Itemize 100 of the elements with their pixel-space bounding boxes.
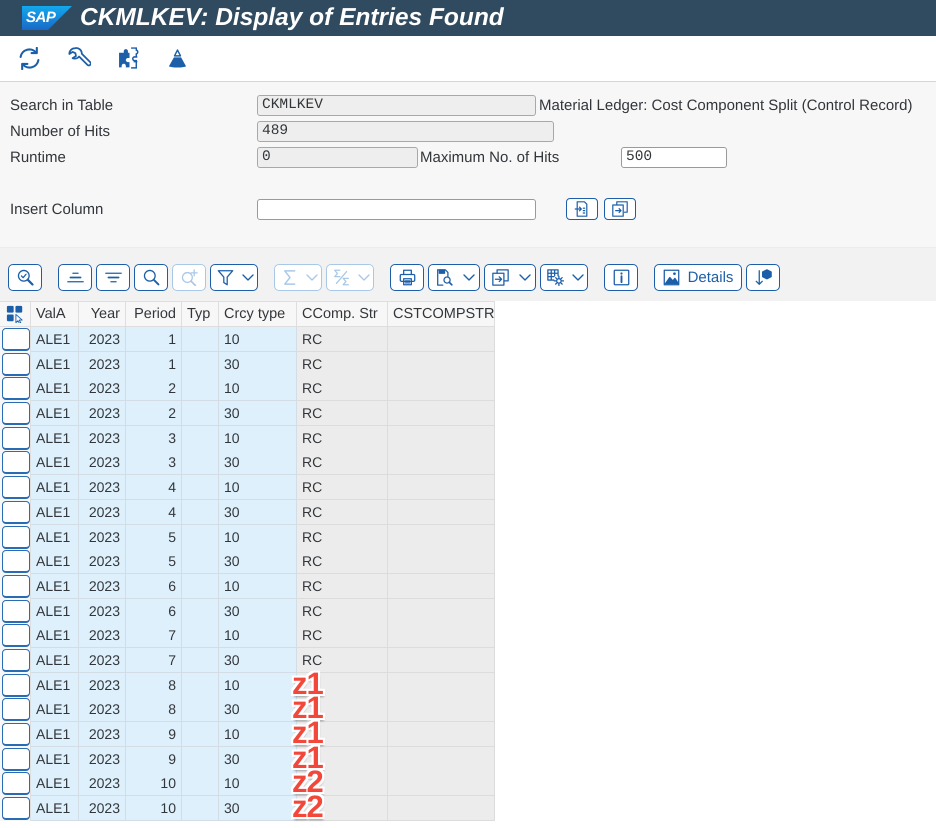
export-button[interactable] [484, 264, 536, 291]
table-cell: 7 [126, 648, 182, 673]
find-button[interactable] [134, 264, 168, 291]
field-label: Search in Table [10, 96, 114, 114]
table-cell: 4 [126, 500, 182, 525]
table-cell: 10 [219, 524, 297, 550]
insert-button[interactable] [566, 198, 598, 220]
table-cell: RC [297, 475, 388, 500]
table-cell: 2023 [79, 352, 126, 377]
print-button[interactable] [390, 264, 424, 291]
row-selector[interactable] [2, 451, 30, 474]
printer-icon [398, 269, 416, 286]
table-cell: RC [297, 648, 388, 673]
sigma-fraction-icon [332, 269, 350, 286]
pyramid-icon[interactable] [168, 48, 187, 68]
row-selector[interactable] [2, 723, 30, 746]
filter-button[interactable] [210, 264, 258, 291]
search-plus-icon [180, 269, 198, 286]
table-cell: ALE1 [31, 352, 79, 377]
info-icon [612, 269, 630, 286]
table-cell: RC [297, 327, 388, 352]
table-cell: 30 [219, 549, 297, 574]
field-label: Insert Column [10, 200, 104, 218]
insert-column-field[interactable] [257, 198, 536, 220]
info-button[interactable] [604, 264, 638, 291]
table-cell: ALE1 [31, 401, 79, 426]
table-cell: 10 [219, 327, 297, 352]
table-cell: 3 [126, 426, 182, 451]
table-cell: 2023 [79, 500, 126, 525]
select-all-icon[interactable] [6, 305, 24, 323]
row-selector[interactable] [2, 624, 30, 648]
table-cell: 30 [219, 648, 297, 673]
table-cell: 2023 [79, 598, 126, 624]
row-selector[interactable] [2, 550, 30, 574]
graphic-button[interactable] [746, 264, 780, 291]
table-cell: 10 [219, 623, 297, 648]
table-description: Material Ledger: Cost Component Split (Control Record) [539, 96, 912, 114]
table-cell: 9 [126, 722, 182, 747]
table-cell: RC [297, 549, 388, 574]
details-button[interactable]: Details [654, 264, 742, 291]
row-selector[interactable] [2, 377, 30, 400]
columns-button[interactable] [604, 198, 636, 220]
row-selector[interactable] [2, 674, 30, 697]
caret-icon [306, 274, 318, 281]
row-selector[interactable] [2, 500, 30, 524]
row-selector[interactable] [2, 648, 30, 672]
table-cell: 30 [219, 401, 297, 426]
row-selector[interactable] [2, 402, 30, 426]
table-cell: RC [297, 574, 388, 599]
puzzle-icon[interactable] [118, 47, 141, 70]
table-cell: 2023 [79, 623, 126, 648]
table-cell: 4 [126, 475, 182, 500]
table-cell: ALE1 [31, 376, 79, 402]
table-cell: RC [297, 401, 388, 426]
table-cell: 8 [126, 697, 182, 722]
table-name-field[interactable]: CKMLKEV [257, 94, 536, 116]
view-button[interactable] [428, 264, 480, 291]
caret-icon [358, 274, 370, 281]
hits-count-field[interactable]: 489 [257, 120, 554, 142]
row-selector[interactable] [2, 426, 30, 450]
table-cell: 2023 [79, 722, 126, 747]
row-selector[interactable] [2, 797, 30, 820]
table-cell: 2023 [79, 697, 126, 722]
table-cell: 2023 [79, 796, 126, 822]
row-selector[interactable] [2, 772, 30, 796]
table-cell: 5 [126, 524, 182, 550]
table-cell: RC [297, 598, 388, 624]
table-cell: 1 [126, 352, 182, 377]
max-hits-field[interactable]: 500 [621, 146, 727, 168]
row-selector[interactable] [2, 698, 30, 722]
table-cell: 30 [219, 598, 297, 624]
window-title: CKMLKEV: Display of Entries Found [80, 4, 504, 32]
table-cell: RC [297, 623, 388, 648]
table-cell: 2023 [79, 672, 126, 698]
row-selector[interactable] [2, 476, 30, 500]
sort-ascending-button[interactable] [58, 264, 92, 291]
grid-gear-icon [546, 269, 564, 286]
table-cell: 2023 [79, 327, 126, 352]
filter-icon [216, 269, 234, 286]
table-cell: ALE1 [31, 648, 79, 673]
row-selector[interactable] [2, 526, 30, 548]
select-button[interactable] [8, 264, 42, 291]
row-selector[interactable] [2, 574, 30, 598]
refresh-icon[interactable] [18, 47, 41, 70]
caret-icon [518, 274, 530, 281]
table-cell: 10 [219, 475, 297, 500]
runtime-field[interactable]: 0 [257, 146, 418, 168]
layout-button[interactable] [540, 264, 588, 291]
table-cell: 5 [126, 549, 182, 574]
row-selector[interactable] [2, 600, 30, 623]
table-cell: 2023 [79, 574, 126, 599]
magnifier-check-icon [16, 269, 34, 286]
row-selector[interactable] [2, 748, 30, 771]
field-label: Runtime [10, 148, 67, 166]
row-selector[interactable] [2, 352, 30, 376]
table-cell: 2023 [79, 524, 126, 550]
table-cell: 2 [126, 401, 182, 426]
sort-descending-button[interactable] [96, 264, 130, 291]
row-selector[interactable] [2, 328, 30, 351]
table-cell: ALE1 [31, 796, 79, 822]
